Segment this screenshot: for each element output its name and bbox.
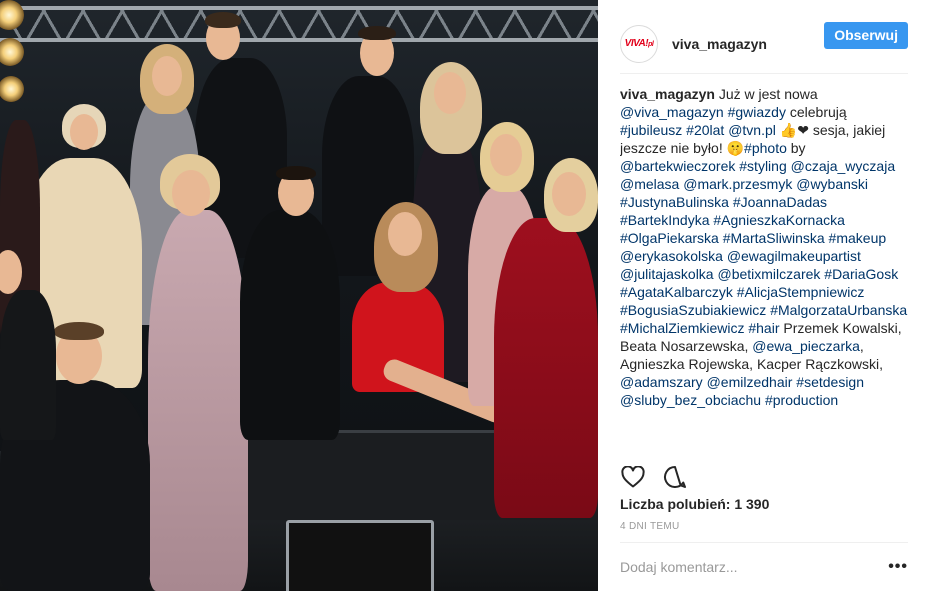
mention-link[interactable]: @wybanski [796, 176, 868, 192]
mention-link[interactable]: @erykasokolska [620, 248, 723, 264]
hashtag-link[interactable]: #MichalZiemkiewicz [620, 320, 744, 336]
hashtag-link[interactable]: #production [765, 392, 838, 408]
stage-spotlight [0, 38, 24, 66]
hashtag-link[interactable]: #makeup [829, 230, 887, 246]
viva-logo: VIVA!pl [624, 38, 654, 49]
comment-bubble-icon [664, 466, 686, 488]
username[interactable]: viva_magazyn [672, 36, 767, 52]
stage-spotlight [0, 76, 24, 102]
caption-text: celebrują [785, 104, 847, 120]
caption-text: by [786, 140, 806, 156]
hashtag-link[interactable]: #JoannaDadas [733, 194, 827, 210]
mention-link[interactable]: @viva_magazyn [620, 104, 724, 120]
hashtag-link[interactable]: #20lat [686, 122, 724, 138]
hashtag-link[interactable]: #jubileusz [620, 122, 682, 138]
hashtag-link[interactable]: #DariaGosk [824, 266, 898, 282]
mention-link[interactable]: @julitajaskolka [620, 266, 714, 282]
hashtag-link[interactable]: #MalgorzataUrbanska [770, 302, 907, 318]
hashtag-link[interactable]: #BartekIndyka [620, 212, 710, 228]
post-sidebar: VIVA!pl viva_magazyn Obserwuj viva_magaz… [598, 0, 931, 591]
mention-link[interactable]: @bartekwieczorek [620, 158, 735, 174]
hashtag-link[interactable]: #styling [739, 158, 786, 174]
hashtag-link[interactable]: #BogusiaSzubiakiewicz [620, 302, 766, 318]
hashtag-link[interactable]: #OlgaPiekarska [620, 230, 719, 246]
mention-link[interactable]: @mark.przesmyk [683, 176, 792, 192]
mention-link[interactable]: @czaja_wyczaja [791, 158, 895, 174]
like-button[interactable] [620, 464, 646, 490]
mention-link[interactable]: @emilzedhair [707, 374, 793, 390]
post-caption: viva_magazyn Już w jest nowa @viva_magaz… [620, 85, 910, 455]
post-timestamp[interactable]: 4 DNI TEMU [620, 521, 680, 532]
hashtag-link[interactable]: #hair [748, 320, 779, 336]
more-options-icon[interactable]: ••• [888, 558, 908, 576]
equipment-case [286, 520, 434, 591]
hashtag-link[interactable]: #AgnieszkaKornacka [713, 212, 845, 228]
hashtag-link[interactable]: #AgataKalbarczyk [620, 284, 733, 300]
lighting-truss [0, 6, 598, 42]
post-header: VIVA!pl viva_magazyn Obserwuj [620, 14, 908, 74]
comment-box: ••• [620, 542, 908, 591]
mention-link[interactable]: @melasa [620, 176, 679, 192]
post-photo[interactable] [0, 0, 598, 591]
caption-text: Już w jest nowa [718, 86, 818, 102]
mention-link[interactable]: @tvn.pl [728, 122, 776, 138]
likes-count[interactable]: Liczba polubień: 1 390 [620, 496, 769, 512]
action-bar [620, 462, 908, 492]
hashtag-link[interactable]: #AlicjaStempniewicz [737, 284, 865, 300]
mention-link[interactable]: @ewa_pieczarka [752, 338, 860, 354]
hashtag-link[interactable]: #photo [744, 140, 787, 156]
mention-link[interactable]: @ewagilmakeupartist [727, 248, 861, 264]
mention-link[interactable]: @sluby_bez_obciachu [620, 392, 761, 408]
comment-input[interactable] [620, 559, 888, 575]
hashtag-link[interactable]: #JustynaBulinska [620, 194, 729, 210]
hashtag-link[interactable]: #setdesign [796, 374, 864, 390]
avatar[interactable]: VIVA!pl [620, 24, 658, 63]
mention-link[interactable]: @adamszary [620, 374, 703, 390]
hashtag-link[interactable]: #MartaSliwinska [723, 230, 825, 246]
heart-icon [621, 466, 645, 488]
comment-button[interactable] [662, 464, 688, 490]
hashtag-link[interactable]: #gwiazdy [728, 104, 786, 120]
follow-button[interactable]: Obserwuj [824, 22, 908, 49]
caption-author[interactable]: viva_magazyn [620, 86, 715, 102]
mention-link[interactable]: @betixmilczarek [717, 266, 820, 282]
